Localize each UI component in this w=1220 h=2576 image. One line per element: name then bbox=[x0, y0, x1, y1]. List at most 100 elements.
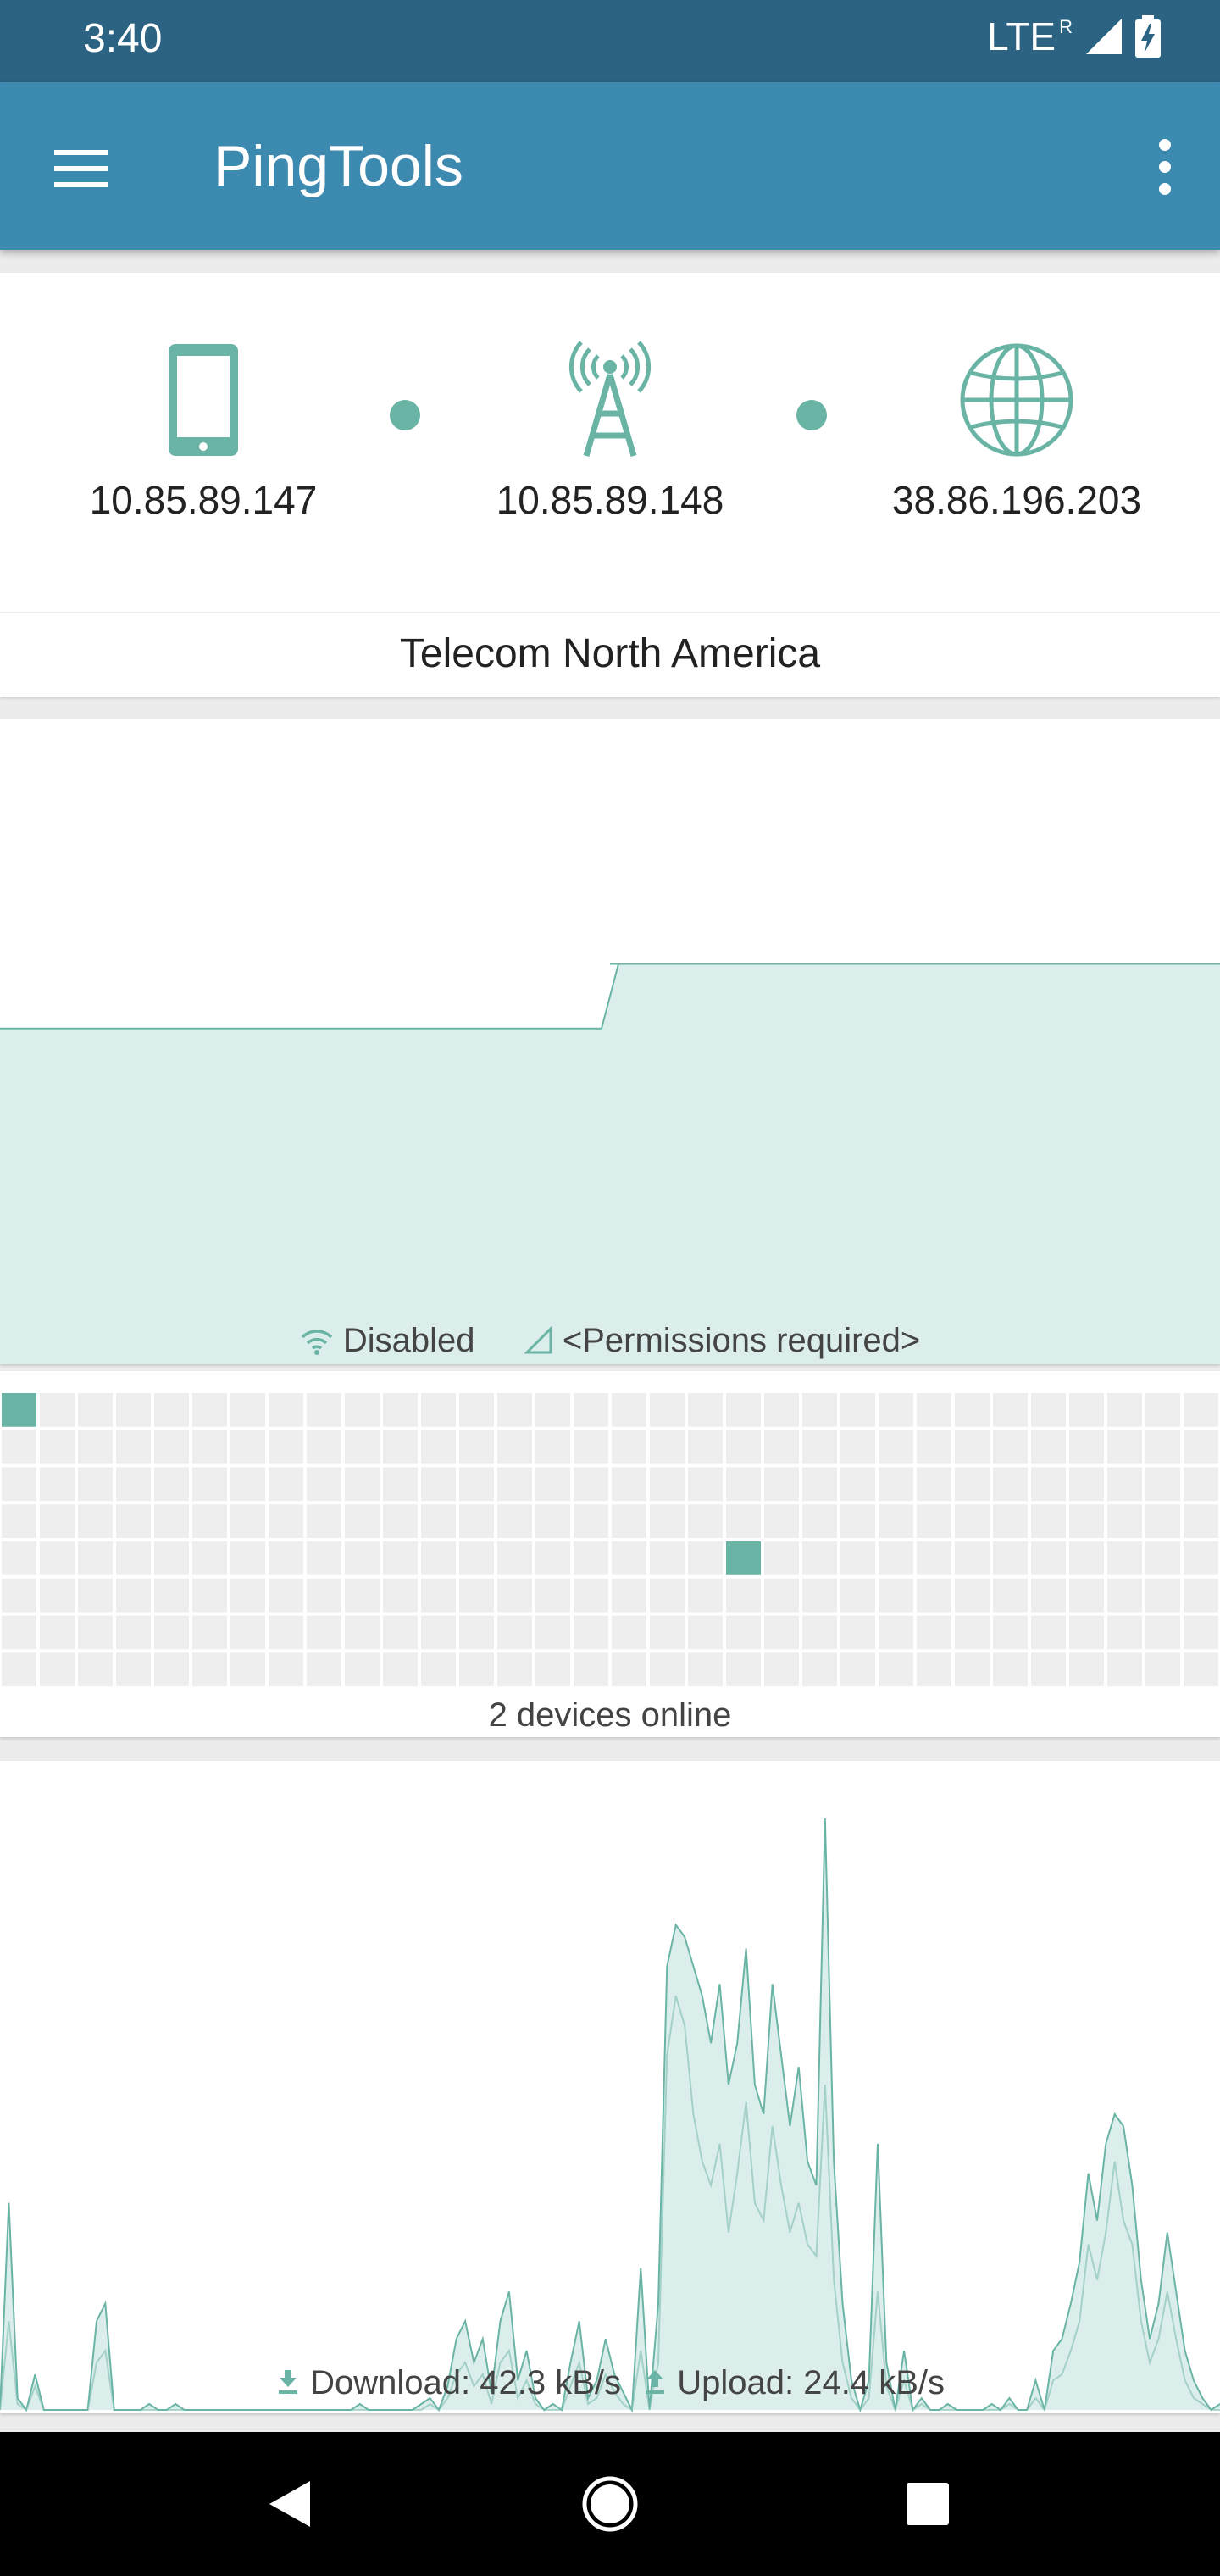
device-cell bbox=[307, 1578, 341, 1613]
download-rate: Download: 42.3 kB/s bbox=[310, 2364, 621, 2401]
device-cell bbox=[40, 1504, 75, 1538]
device-cell bbox=[421, 1615, 456, 1650]
upload-rate: Upload: 24.4 kB/s bbox=[677, 2364, 945, 2401]
device-cell bbox=[154, 1541, 189, 1575]
device-cell bbox=[1107, 1615, 1142, 1650]
path-connector-dot bbox=[796, 400, 827, 430]
device-cell bbox=[726, 1652, 761, 1686]
device-cell bbox=[40, 1541, 75, 1575]
device-cell bbox=[535, 1467, 570, 1502]
download-line bbox=[0, 1818, 1220, 2413]
device-cell bbox=[1145, 1615, 1180, 1650]
internet-node[interactable]: 38.86.196.203 bbox=[873, 341, 1161, 523]
cell-tower-icon bbox=[568, 341, 652, 457]
device-cell bbox=[764, 1615, 799, 1650]
device-cell bbox=[993, 1393, 1028, 1427]
device-cell bbox=[459, 1393, 494, 1427]
device-cell bbox=[230, 1504, 265, 1538]
devices-online-label: 2 devices online bbox=[488, 1696, 732, 1734]
device-cell bbox=[307, 1504, 341, 1538]
device-cell bbox=[497, 1467, 532, 1502]
device-cell bbox=[497, 1504, 532, 1538]
device-cell bbox=[764, 1467, 799, 1502]
device-cell bbox=[2, 1541, 36, 1575]
device-cell bbox=[1184, 1652, 1218, 1686]
more-options-icon[interactable] bbox=[1144, 133, 1186, 201]
device-cell bbox=[421, 1393, 456, 1427]
upload-area bbox=[0, 1996, 1220, 2410]
device-cell bbox=[535, 1578, 570, 1613]
traffic-card[interactable]: Download: 42.3 kB/s Upload: 24.4 kB/s bbox=[0, 1761, 1220, 2413]
device-cell bbox=[650, 1393, 685, 1427]
device-cell bbox=[1107, 1578, 1142, 1613]
device-cell bbox=[192, 1504, 227, 1538]
device-node[interactable]: 10.85.89.147 bbox=[59, 341, 347, 523]
device-cell bbox=[1145, 1578, 1180, 1613]
device-cell bbox=[1145, 1430, 1180, 1464]
device-cell bbox=[1184, 1578, 1218, 1613]
menu-icon[interactable] bbox=[49, 143, 117, 194]
device-cell bbox=[497, 1393, 532, 1427]
wifi-icon bbox=[301, 1330, 332, 1355]
home-icon[interactable] bbox=[580, 2474, 640, 2534]
signal-strength-card[interactable]: Disabled <Permissions required> bbox=[0, 719, 1220, 1364]
device-cell bbox=[612, 1504, 646, 1538]
device-cell bbox=[688, 1504, 723, 1538]
device-cell bbox=[879, 1652, 913, 1686]
recents-icon[interactable] bbox=[898, 2474, 957, 2534]
device-cell bbox=[1069, 1504, 1104, 1538]
device-cell bbox=[1069, 1578, 1104, 1613]
device-cell bbox=[1184, 1393, 1218, 1427]
back-icon[interactable] bbox=[261, 2474, 320, 2534]
device-cell bbox=[230, 1578, 265, 1613]
roaming-indicator: R bbox=[1059, 16, 1073, 37]
device-cell bbox=[116, 1652, 151, 1686]
device-cell bbox=[459, 1578, 494, 1613]
network-path-card[interactable]: 10.85.89.147 10.85.89.148 38.86.196.203 bbox=[0, 273, 1220, 612]
gateway-node[interactable]: 10.85.89.148 bbox=[466, 341, 754, 523]
device-cell bbox=[154, 1652, 189, 1686]
devices-card[interactable]: 2 devices online bbox=[0, 1371, 1220, 1737]
device-cell bbox=[612, 1430, 646, 1464]
device-cell bbox=[764, 1504, 799, 1538]
device-cell bbox=[650, 1615, 685, 1650]
device-cell bbox=[917, 1467, 951, 1502]
device-cell bbox=[269, 1430, 303, 1464]
device-cell bbox=[612, 1652, 646, 1686]
traffic-chart bbox=[0, 1818, 1220, 2413]
device-cell bbox=[574, 1615, 608, 1650]
device-cell bbox=[840, 1430, 875, 1464]
device-cell bbox=[421, 1652, 456, 1686]
public-ip: 38.86.196.203 bbox=[891, 478, 1142, 522]
device-cell bbox=[1145, 1393, 1180, 1427]
device-cell bbox=[269, 1652, 303, 1686]
device-cell bbox=[1107, 1467, 1142, 1502]
device-cell bbox=[955, 1615, 990, 1650]
device-cell bbox=[764, 1652, 799, 1686]
device-cell bbox=[535, 1615, 570, 1650]
device-cell bbox=[383, 1615, 418, 1650]
device-cell-online bbox=[726, 1541, 761, 1575]
device-cell bbox=[1069, 1652, 1104, 1686]
device-cell bbox=[459, 1652, 494, 1686]
device-cell bbox=[574, 1393, 608, 1427]
device-cell bbox=[650, 1504, 685, 1538]
device-cell bbox=[1069, 1430, 1104, 1464]
device-cell bbox=[154, 1467, 189, 1502]
device-cell bbox=[650, 1430, 685, 1464]
signal-legend: Disabled <Permissions required> bbox=[0, 1322, 1220, 1360]
device-cell bbox=[154, 1504, 189, 1538]
app-bar: PingTools bbox=[0, 82, 1220, 250]
device-cell bbox=[726, 1504, 761, 1538]
device-cell bbox=[116, 1393, 151, 1427]
device-cell bbox=[879, 1541, 913, 1575]
device-cell bbox=[688, 1430, 723, 1464]
device-cell bbox=[726, 1393, 761, 1427]
device-cell bbox=[40, 1393, 75, 1427]
device-cell bbox=[269, 1393, 303, 1427]
device-cell bbox=[2, 1504, 36, 1538]
device-cell bbox=[383, 1393, 418, 1427]
signal-area bbox=[0, 963, 1220, 1364]
device-cell bbox=[726, 1467, 761, 1502]
device-cell bbox=[383, 1430, 418, 1464]
